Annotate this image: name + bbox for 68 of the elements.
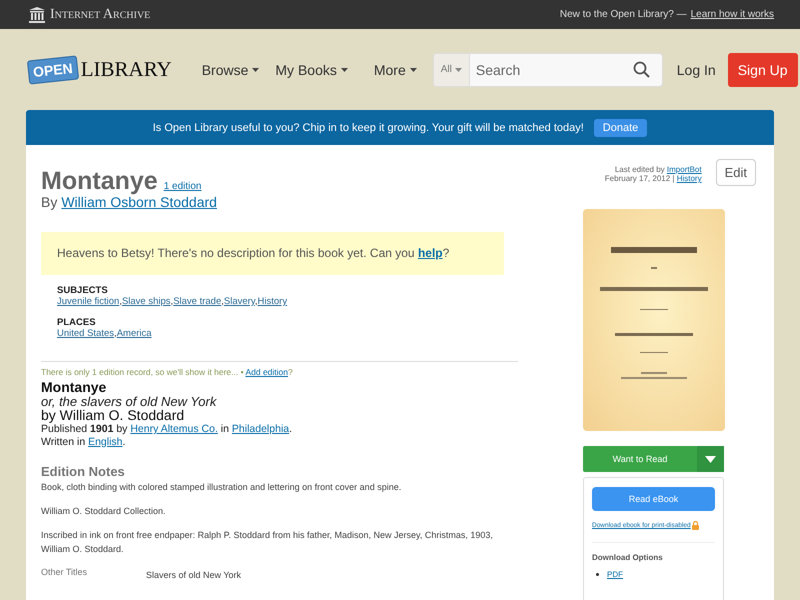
history-link[interactable]: History	[676, 174, 702, 183]
dropdown-icon[interactable]	[705, 456, 716, 462]
comma: ,	[119, 296, 122, 307]
temple-icon	[28, 6, 46, 22]
facet-link[interactable]: Slave ships	[122, 296, 171, 307]
caret-icon	[454, 68, 462, 72]
edit-button[interactable]: Edit	[716, 159, 756, 186]
comma: ,	[221, 296, 224, 307]
facet-link[interactable]: Slave trade	[173, 296, 222, 307]
author-link[interactable]: William Osborn Stoddard	[61, 194, 217, 210]
editor-link[interactable]: ImportBot	[666, 165, 702, 174]
edit-date: February 17, 2012 | History	[604, 174, 702, 183]
nav-menu[interactable]: Browse	[194, 58, 268, 82]
nav-menu[interactable]: More	[366, 58, 425, 82]
field-value: Slavers of old New York	[146, 568, 242, 580]
edition-title: Montanye	[41, 380, 108, 395]
banner-message: Is Open Library useful to you? Chip in to keep it growing. Your gift will be matched today!	[152, 122, 584, 134]
signup-button[interactable]: Sign Up	[728, 52, 798, 86]
brand-name[interactable]: Internet Archive	[50, 6, 150, 22]
language-info: Written in English.	[41, 436, 126, 448]
logo-badge[interactable]: OPEN	[26, 54, 79, 84]
publisher-link[interactable]: Henry Altemus Co.	[130, 423, 218, 436]
nav-menu[interactable]: My Books	[267, 58, 356, 82]
facet-link[interactable]: Juvenile fiction	[57, 296, 120, 307]
help-link[interactable]: help	[418, 246, 443, 260]
edition-subtitle: or, the slavers of old New York	[41, 394, 218, 408]
download-options-heading: Download Options	[592, 553, 664, 562]
want-to-read-button[interactable]: Want to Read	[583, 446, 724, 472]
donate-button[interactable]: Donate	[594, 118, 648, 136]
field-label: Other Titles	[41, 566, 88, 579]
topbar-prompt: New to the Open Library? —	[560, 9, 687, 20]
language-link[interactable]: English	[88, 436, 123, 448]
comma: ,	[170, 296, 174, 307]
description-notice: Heavens to Betsy! There's no description for this book yet. Can you help?	[41, 232, 504, 275]
facet-link[interactable]: Slavery	[224, 296, 255, 307]
learn-link[interactable]: Learn how it works	[690, 9, 774, 20]
edition-author: by William O. Stoddard	[41, 408, 186, 424]
facet-link[interactable]: America	[116, 328, 152, 339]
download-option-link[interactable]: PDF	[607, 570, 623, 579]
section-heading: Edition Notes	[41, 464, 126, 480]
caret-icon	[340, 68, 348, 72]
facet-heading: SUBJECTS	[57, 285, 109, 296]
by-label: By	[41, 194, 58, 210]
edition-note: There is only 1 edition record, so we'll show it here... • Add edition?	[41, 367, 294, 377]
comma: ,	[114, 328, 117, 339]
publish-info: Published 1901 by Henry Altemus Co. in Philadelphia.	[41, 423, 294, 436]
bullet-icon	[596, 573, 599, 576]
place-link[interactable]: Philadelphia	[232, 423, 290, 436]
edition-note-text: William O. Stoddard Collection.	[41, 505, 167, 518]
add-edition-link[interactable]: Add edition	[245, 367, 288, 377]
search-icon[interactable]	[632, 61, 650, 78]
read-ebook-button[interactable]: Read eBook	[592, 487, 715, 511]
login-link[interactable]: Log In	[676, 62, 716, 78]
edit-info: Last edited by ImportBot	[614, 165, 702, 174]
work-title: Montanye	[41, 169, 158, 194]
caret-icon	[410, 68, 417, 72]
facet-heading: PLACES	[57, 317, 97, 328]
lock-icon	[692, 521, 699, 530]
comma: ,	[254, 296, 258, 307]
edition-note-text: Inscribed in ink on front free endpaper: Ralph P. Stoddard from his father, Madison, New Jersey, Christmas, 1903, William O. Stoddard.	[41, 529, 494, 556]
edition-note-text: Book, cloth binding with colored stamped illustration and lettering on front cover and spine.	[41, 481, 402, 494]
scope-dropdown[interactable]: All	[434, 54, 470, 86]
facet-link[interactable]: History	[258, 296, 288, 307]
editions-link[interactable]: 1 edition	[164, 181, 202, 192]
facet-link[interactable]: United States	[57, 328, 114, 339]
logo-text[interactable]: LIBRARY	[80, 57, 172, 82]
search-field[interactable]: All Search	[432, 52, 663, 86]
caret-icon	[252, 68, 260, 72]
